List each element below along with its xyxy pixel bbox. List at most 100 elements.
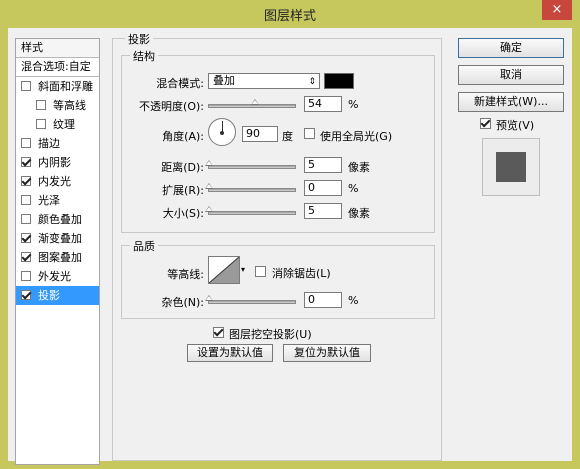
sidebar-item-drop-shadow[interactable]: 投影 xyxy=(16,286,99,305)
inner-glow-checkbox[interactable] xyxy=(21,176,31,186)
quality-group: 品质 等高线: ▾ 消除锯齿(L) 杂色(N): 0 % xyxy=(121,238,435,319)
cancel-button[interactable]: 取消 xyxy=(458,65,564,85)
blend-mode-value: 叠加 xyxy=(213,74,235,87)
satin-checkbox[interactable] xyxy=(21,195,31,205)
size-label: 大小(S): xyxy=(162,207,204,220)
contour-dropdown-icon[interactable]: ▾ xyxy=(240,256,246,284)
opacity-slider[interactable] xyxy=(208,99,296,108)
dialog-client: 样式 混合选项:自定 斜面和浮雕 等高线 纹理 描边 内阴影 内发光 光泽 颜色… xyxy=(8,28,572,465)
sidebar-item-label: 图案叠加 xyxy=(38,251,82,264)
drop-shadow-checkbox[interactable] xyxy=(21,290,31,300)
sidebar-item-satin[interactable]: 光泽 xyxy=(16,191,99,210)
noise-input[interactable]: 0 xyxy=(304,292,342,308)
select-arrow-icon: ⇕ xyxy=(308,77,316,87)
spread-slider[interactable] xyxy=(205,183,296,192)
sidebar-item-stroke[interactable]: 描边 xyxy=(16,134,99,153)
angle-input[interactable]: 90 xyxy=(242,126,278,142)
sidebar-item-contour[interactable]: 等高线 xyxy=(16,96,99,115)
ok-button[interactable]: 确定 xyxy=(458,38,564,58)
new-style-button[interactable]: 新建样式(W)... xyxy=(458,92,564,112)
sidebar-item-inner-glow[interactable]: 内发光 xyxy=(16,172,99,191)
sidebar-item-label: 描边 xyxy=(38,137,60,150)
antialias-checkbox[interactable] xyxy=(255,266,266,277)
size-slider[interactable] xyxy=(205,206,296,215)
blend-mode-label: 混合模式: xyxy=(156,77,204,90)
dialog-title: 图层样式 xyxy=(263,9,316,24)
spread-label: 扩展(R): xyxy=(162,184,204,197)
preview-swatch xyxy=(496,152,526,182)
drop-shadow-panel: 投影 结构 混合模式: 叠加 ⇕ 不透明度(O): 54 % 角度(A): 90… xyxy=(112,31,444,463)
sidebar-item-bevel-emboss[interactable]: 斜面和浮雕 xyxy=(16,77,99,96)
sidebar-item-label: 颜色叠加 xyxy=(38,213,82,226)
knockout-label[interactable]: 图层挖空投影(U) xyxy=(229,326,312,342)
sidebar-item-label: 斜面和浮雕 xyxy=(38,80,93,93)
opacity-unit: % xyxy=(348,98,359,111)
global-light-label[interactable]: 使用全局光(G) xyxy=(320,128,392,144)
gradient-overlay-checkbox[interactable] xyxy=(21,233,31,243)
opacity-input[interactable]: 54 xyxy=(304,96,342,112)
sidebar-item-label: 内阴影 xyxy=(38,156,71,169)
sidebar-item-label: 外发光 xyxy=(38,270,71,283)
sidebar-item-gradient-overlay[interactable]: 渐变叠加 xyxy=(16,229,99,248)
inner-shadow-checkbox[interactable] xyxy=(21,157,31,167)
styles-header[interactable]: 样式 xyxy=(16,39,99,58)
size-input[interactable]: 5 xyxy=(304,203,342,219)
texture-checkbox[interactable] xyxy=(36,119,46,129)
angle-center-dot xyxy=(220,131,224,135)
sidebar-item-label: 等高线 xyxy=(53,99,86,112)
antialias-label[interactable]: 消除锯齿(L) xyxy=(272,265,331,281)
distance-slider[interactable] xyxy=(205,160,296,169)
sidebar-item-inner-shadow[interactable]: 内阴影 xyxy=(16,153,99,172)
size-unit: 像素 xyxy=(348,207,370,220)
pattern-overlay-checkbox[interactable] xyxy=(21,252,31,262)
bevel-emboss-checkbox[interactable] xyxy=(21,81,31,91)
blend-mode-select[interactable]: 叠加 ⇕ xyxy=(208,73,320,89)
style-list: 样式 混合选项:自定 斜面和浮雕 等高线 纹理 描边 内阴影 内发光 光泽 颜色… xyxy=(15,38,100,465)
spread-slider-thumb[interactable] xyxy=(205,183,213,189)
sidebar-item-label: 投影 xyxy=(38,289,60,302)
contour-curve-icon xyxy=(209,257,239,283)
contour-preview[interactable] xyxy=(208,256,240,284)
close-button[interactable]: × xyxy=(542,0,572,20)
structure-title: 结构 xyxy=(130,48,158,64)
drop-shadow-group: 投影 结构 混合模式: 叠加 ⇕ 不透明度(O): 54 % 角度(A): 90… xyxy=(112,31,442,461)
sidebar-item-outer-glow[interactable]: 外发光 xyxy=(16,267,99,286)
angle-dial[interactable] xyxy=(208,118,236,146)
make-default-button[interactable]: 设置为默认值 xyxy=(187,344,273,362)
global-light-checkbox[interactable] xyxy=(304,128,315,139)
blend-options-item[interactable]: 混合选项:自定 xyxy=(16,58,99,77)
sidebar-item-color-overlay[interactable]: 颜色叠加 xyxy=(16,210,99,229)
preview-label[interactable]: 预览(V) xyxy=(496,117,534,133)
knockout-checkbox[interactable] xyxy=(213,327,224,338)
style-preview xyxy=(482,138,540,196)
title-bar[interactable]: 图层样式 × xyxy=(0,0,580,28)
noise-slider-thumb[interactable] xyxy=(205,295,213,301)
preview-checkbox[interactable] xyxy=(480,118,491,129)
section-title: 投影 xyxy=(125,31,153,47)
distance-slider-thumb[interactable] xyxy=(205,160,213,166)
layer-style-dialog: 图层样式 × 样式 混合选项:自定 斜面和浮雕 等高线 纹理 描边 内阴影 内发… xyxy=(0,0,580,469)
spread-input[interactable]: 0 xyxy=(304,180,342,196)
noise-unit: % xyxy=(348,294,359,307)
distance-input[interactable]: 5 xyxy=(304,157,342,173)
distance-unit: 像素 xyxy=(348,161,370,174)
structure-group: 结构 混合模式: 叠加 ⇕ 不透明度(O): 54 % 角度(A): 90 度 … xyxy=(121,48,435,233)
spread-unit: % xyxy=(348,182,359,195)
noise-label: 杂色(N): xyxy=(161,296,204,309)
sidebar-item-label: 渐变叠加 xyxy=(38,232,82,245)
sidebar-item-texture[interactable]: 纹理 xyxy=(16,115,99,134)
distance-label: 距离(D): xyxy=(161,161,204,174)
outer-glow-checkbox[interactable] xyxy=(21,271,31,281)
size-slider-thumb[interactable] xyxy=(205,206,213,212)
sidebar-item-pattern-overlay[interactable]: 图案叠加 xyxy=(16,248,99,267)
stroke-checkbox[interactable] xyxy=(21,138,31,148)
shadow-color-swatch[interactable] xyxy=(324,73,354,89)
contour-label: 等高线: xyxy=(167,268,204,281)
contour-checkbox[interactable] xyxy=(36,100,46,110)
noise-slider[interactable] xyxy=(205,295,296,304)
reset-default-button[interactable]: 复位为默认值 xyxy=(283,344,371,362)
opacity-slider-thumb[interactable] xyxy=(251,99,260,105)
quality-title: 品质 xyxy=(130,238,158,254)
color-overlay-checkbox[interactable] xyxy=(21,214,31,224)
sidebar-item-label: 纹理 xyxy=(53,118,75,131)
